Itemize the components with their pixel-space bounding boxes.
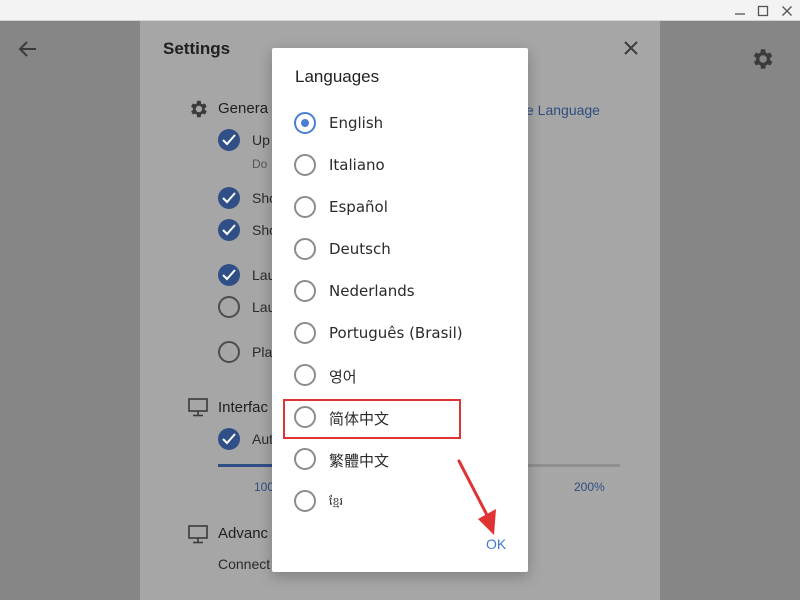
radio-unselected[interactable] — [294, 322, 316, 344]
checkbox-checked[interactable] — [218, 187, 240, 209]
minimize-icon[interactable] — [728, 0, 752, 21]
arrow-annotation-icon — [450, 455, 510, 540]
language-label: ខ្មែរ — [329, 495, 343, 508]
gear-icon[interactable] — [749, 46, 775, 72]
language-option-portugues[interactable]: Português (Brasil) — [294, 318, 504, 348]
setting-row-label: Pla — [252, 344, 273, 360]
radio-unselected[interactable] — [294, 154, 316, 176]
change-language-link[interactable]: e Language — [526, 102, 600, 118]
language-label: 영어 — [329, 368, 357, 386]
checkbox-checked[interactable] — [218, 264, 240, 286]
language-label: Español — [329, 198, 388, 216]
radio-unselected[interactable] — [294, 448, 316, 470]
checkbox-checked[interactable] — [218, 219, 240, 241]
setting-row-label: Up — [252, 132, 270, 148]
language-label: Deutsch — [329, 240, 391, 258]
back-arrow-icon[interactable] — [16, 37, 40, 61]
language-label: Italiano — [329, 156, 385, 174]
checkbox-checked[interactable] — [218, 129, 240, 151]
language-option-english[interactable]: English — [294, 108, 504, 138]
highlight-annotation-box — [283, 399, 461, 439]
language-option-italiano[interactable]: Italiano — [294, 150, 504, 180]
zoom-slider-fill — [218, 464, 274, 467]
language-label: English — [329, 114, 384, 132]
maximize-icon[interactable] — [751, 0, 775, 21]
language-label: Português (Brasil) — [329, 324, 463, 342]
radio-unchecked[interactable] — [218, 296, 240, 318]
language-option-deutsch[interactable]: Deutsch — [294, 234, 504, 264]
window-titlebar — [0, 0, 800, 21]
checkbox-checked[interactable] — [218, 428, 240, 450]
section-advanced-label: Advanc — [218, 525, 269, 542]
radio-unselected[interactable] — [294, 196, 316, 218]
setting-row-sublabel: Do — [252, 157, 268, 171]
section-interface-label: Interfac — [218, 399, 269, 416]
dialog-title: Languages — [295, 67, 380, 86]
monitor-icon — [187, 523, 209, 545]
monitor-icon — [187, 396, 209, 418]
setting-row-label: Aut — [252, 431, 274, 447]
language-option-korean[interactable]: 영어 — [294, 360, 504, 390]
checkbox-unchecked[interactable] — [218, 341, 240, 363]
close-icon[interactable] — [621, 38, 641, 58]
language-option-espanol[interactable]: Español — [294, 192, 504, 222]
radio-unselected[interactable] — [294, 364, 316, 386]
radio-unselected[interactable] — [294, 280, 316, 302]
window-close-icon[interactable] — [775, 0, 799, 21]
language-option-nederlands[interactable]: Nederlands — [294, 276, 504, 306]
advanced-sub-label: Connect — [218, 556, 271, 572]
section-general-label: Genera — [218, 100, 269, 117]
language-label: 繁體中文 — [329, 452, 390, 470]
radio-unselected[interactable] — [294, 238, 316, 260]
settings-title: Settings — [163, 39, 231, 58]
gear-icon — [187, 98, 209, 120]
radio-selected[interactable] — [294, 112, 316, 134]
radio-unselected[interactable] — [294, 490, 316, 512]
language-label: Nederlands — [329, 282, 415, 300]
zoom-max-label: 200% — [574, 480, 605, 494]
